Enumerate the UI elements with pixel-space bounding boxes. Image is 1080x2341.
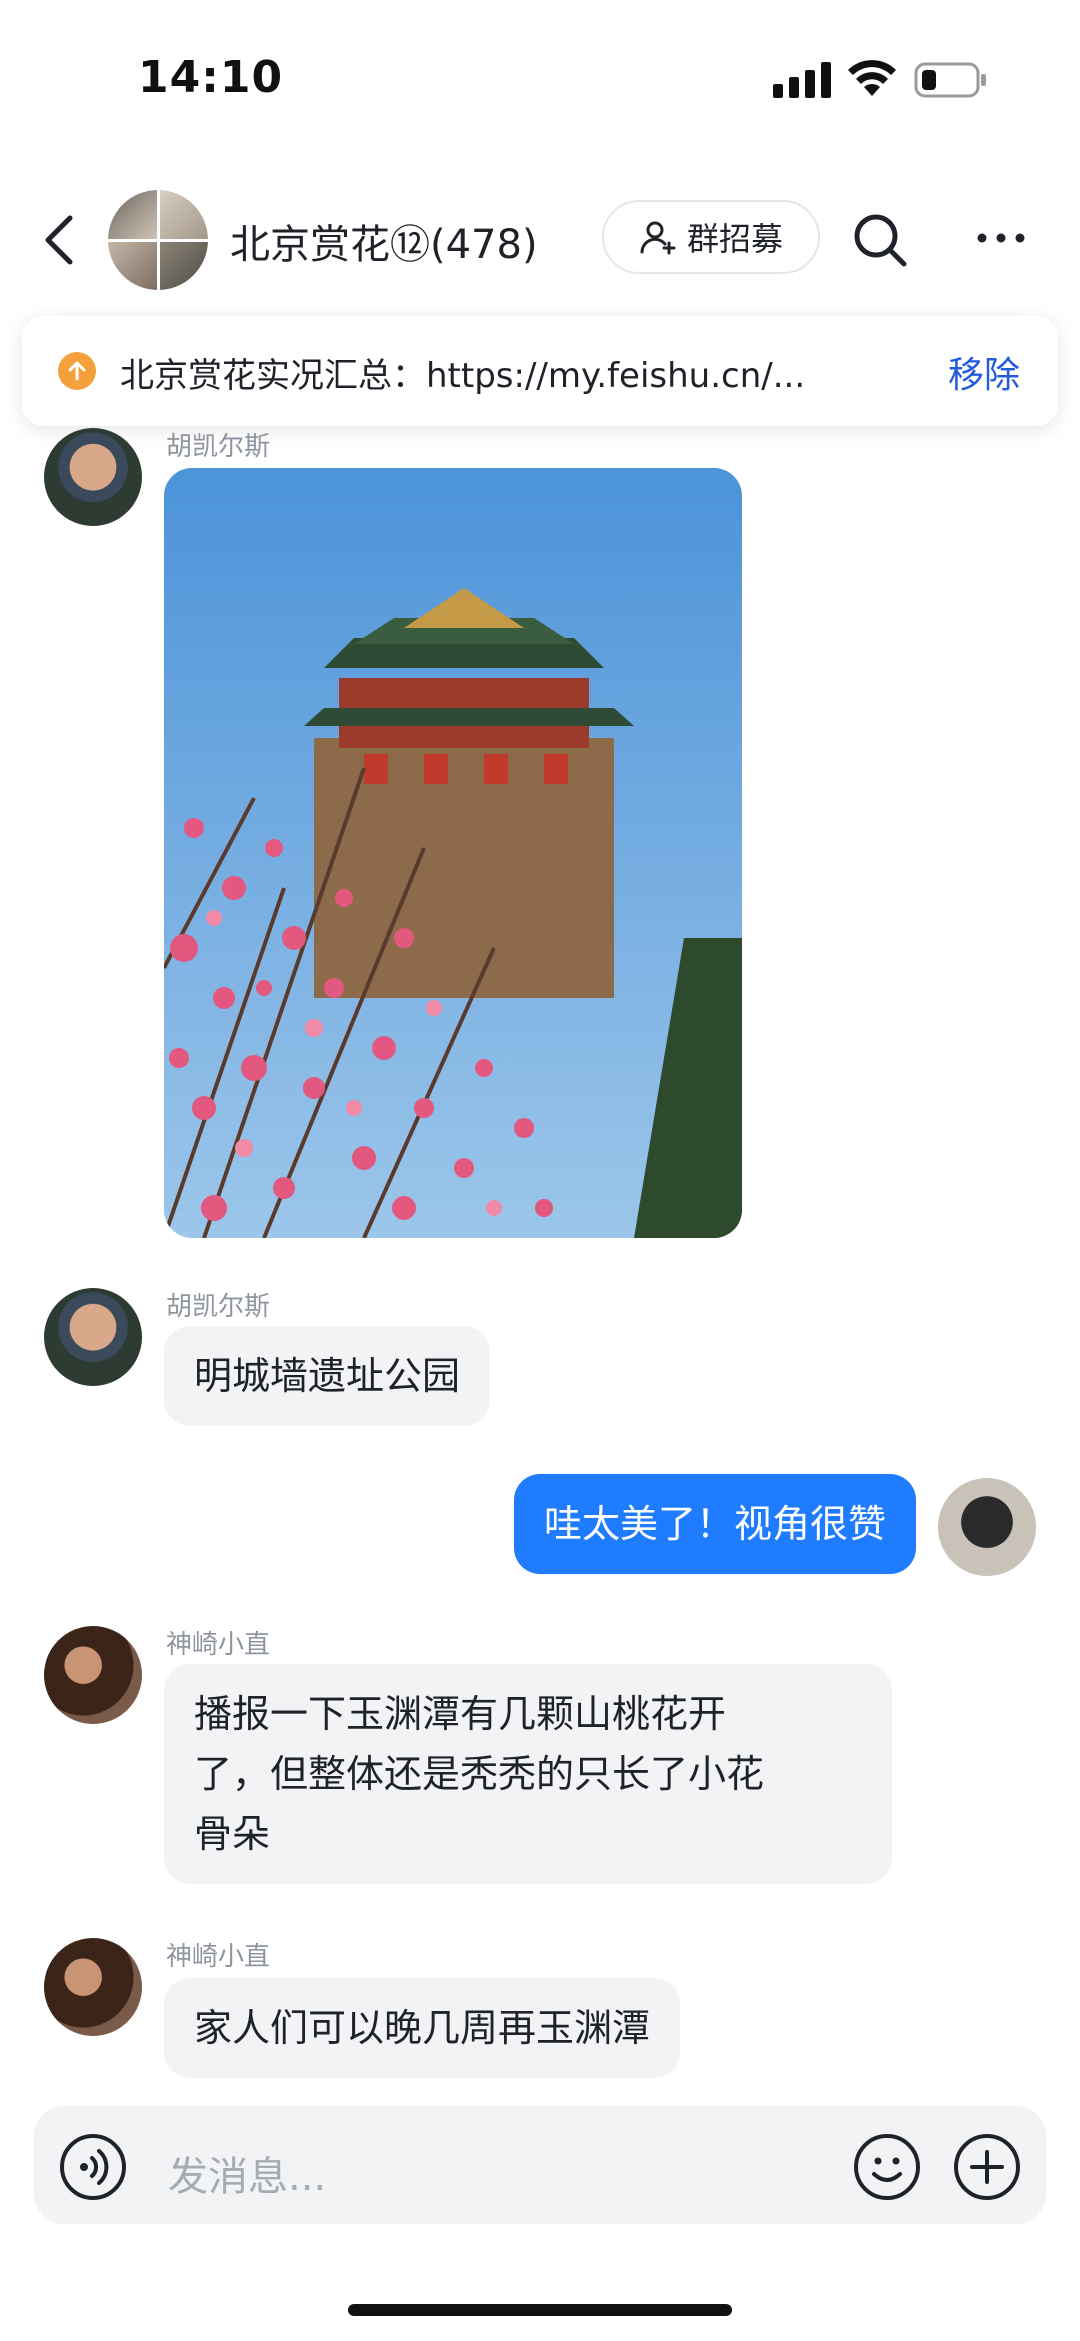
sender-name: 胡凯尔斯: [166, 1292, 271, 1322]
recruit-label: 群招募: [686, 220, 783, 258]
sender-name: 神崎小直: [166, 1942, 271, 1972]
message-line: 了，但整体还是秃秃的只长了小花: [194, 1752, 765, 1796]
home-indicator[interactable]: [348, 2304, 732, 2316]
back-arrow-icon[interactable]: [40, 212, 80, 268]
avatar[interactable]: [44, 1288, 142, 1386]
sender-name: 胡凯尔斯: [166, 432, 271, 462]
status-time: 14:10: [138, 52, 284, 103]
avatar[interactable]: [44, 1938, 142, 2036]
add-user-icon: [640, 221, 676, 255]
avatar[interactable]: [44, 1626, 142, 1724]
message-input[interactable]: 发消息...: [168, 2144, 326, 2202]
group-avatar[interactable]: [108, 190, 208, 290]
cellular-signal-icon: [773, 62, 831, 98]
plus-icon[interactable]: [952, 2132, 1022, 2202]
sender-name: 神崎小直: [166, 1630, 271, 1660]
message-line: 播报一下玉渊潭有几颗山桃花开: [194, 1692, 727, 1736]
pinned-message-text[interactable]: 北京赏花实况汇总：https://my.feishu.cn/...: [120, 348, 870, 397]
avatar[interactable]: [44, 428, 142, 526]
more-icon[interactable]: [976, 228, 1026, 248]
search-icon[interactable]: [852, 212, 908, 268]
my-message-bubble[interactable]: 哇太美了！视角很赞: [513, 1474, 916, 1574]
voice-icon[interactable]: [58, 2132, 128, 2202]
group-recruit-button[interactable]: 群招募: [602, 200, 820, 274]
emoji-icon[interactable]: [852, 2132, 922, 2202]
my-avatar[interactable]: [938, 1478, 1036, 1576]
message-photo[interactable]: [164, 468, 742, 1238]
message-bubble[interactable]: 明城墙遗址公园: [164, 1326, 491, 1426]
message-bubble[interactable]: 家人们可以晚几周再玉渊潭: [164, 1978, 681, 2078]
battery-icon: [914, 62, 986, 98]
remove-pin-button[interactable]: 移除: [948, 346, 1020, 398]
wifi-icon: [848, 60, 896, 96]
group-title[interactable]: 北京赏花⑫(478): [230, 212, 538, 270]
message-bubble[interactable]: 播报一下玉渊潭有几颗山桃花开 了，但整体还是秃秃的只长了小花 骨朵: [164, 1664, 892, 1884]
message-line: 骨朵: [194, 1812, 271, 1856]
upload-icon: [58, 352, 96, 390]
